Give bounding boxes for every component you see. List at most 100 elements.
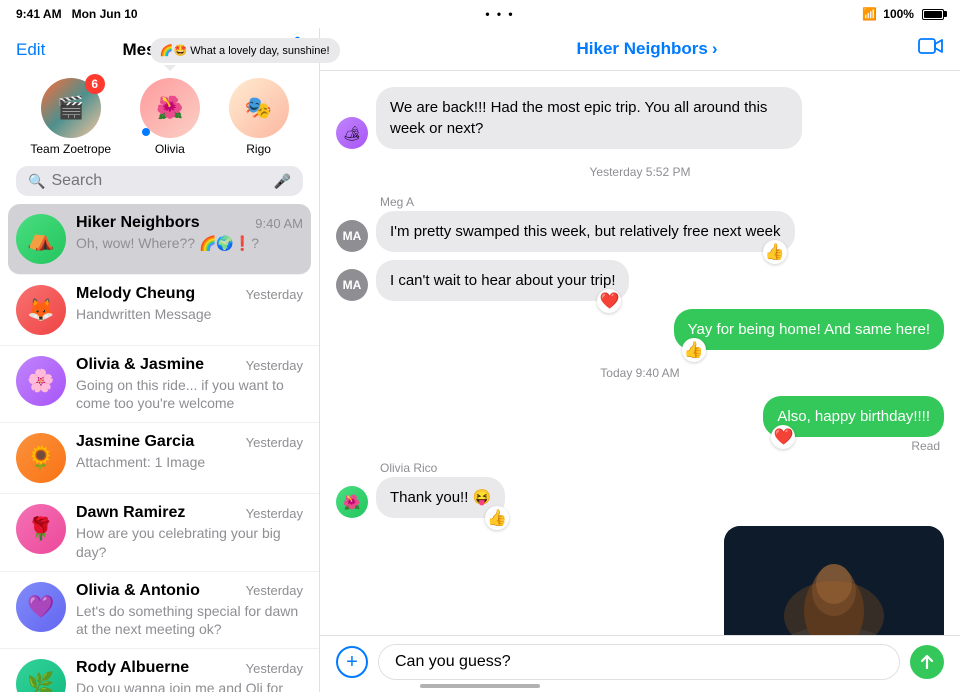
conv-name-dawn: Dawn Ramirez	[76, 504, 185, 522]
reaction-5: ❤️	[771, 425, 795, 449]
bubble-wrap-1: We are back!!! Had the most epic trip. Y…	[376, 87, 802, 149]
battery-icon	[922, 9, 944, 20]
conv-name-olivia-a: Olivia & Antonio	[76, 582, 200, 600]
conv-header-dawn: Dawn Ramirez Yesterday	[76, 504, 303, 522]
conv-avatar-jasmine: 🌻	[16, 433, 66, 483]
video-icon	[918, 36, 944, 56]
conv-dawn-ramirez[interactable]: 🌹 Dawn Ramirez Yesterday How are you cel…	[0, 494, 319, 571]
send-button[interactable]	[910, 645, 944, 679]
conv-preview-olivia-a: Let's do something special for dawn at t…	[76, 602, 303, 638]
rigo-avatar: 🎭	[229, 78, 289, 138]
send-icon	[918, 653, 936, 671]
battery-label: 100%	[883, 7, 914, 21]
edit-button[interactable]: Edit	[16, 40, 45, 60]
conv-time-jasmine: Yesterday	[246, 435, 303, 450]
message-2: MA Meg A I'm pretty swamped this week, b…	[336, 195, 944, 252]
conv-preview-olivia-j: Going on this ride... if you want to com…	[76, 376, 303, 412]
message-5: Also, happy birthday!!!! ❤️ Read	[336, 396, 944, 453]
pinned-rigo[interactable]: 🎭 Rigo	[229, 78, 289, 156]
conv-header-melody: Melody Cheung Yesterday	[76, 285, 303, 303]
pinned-team-zoetrope[interactable]: 🎬 6 Team Zoetrope	[30, 78, 111, 156]
conv-time-dawn: Yesterday	[246, 506, 303, 521]
conv-time-hiker: 9:40 AM	[255, 216, 303, 231]
bubble-wrap-3: I can't wait to hear about your trip! ❤️	[376, 260, 629, 301]
video-call-button[interactable]	[918, 36, 944, 62]
bubble-3: I can't wait to hear about your trip!	[376, 260, 629, 301]
reaction-2: 👍	[763, 240, 787, 264]
conv-hiker-neighbors[interactable]: ⛺ Hiker Neighbors 9:40 AM Oh, wow! Where…	[8, 204, 311, 275]
bubble-1: We are back!!! Had the most epic trip. Y…	[376, 87, 802, 149]
mic-icon[interactable]: 🎤	[274, 173, 291, 190]
conv-avatar-olivia-a: 💜	[16, 582, 66, 632]
olivia-avatar-wrapper: 🌈🤩 What a lovely day, sunshine! 🌺	[140, 78, 200, 138]
timestamp-2: Today 9:40 AM	[336, 366, 944, 380]
conv-melody-cheung[interactable]: 🦊 Melody Cheung Yesterday Handwritten Me…	[0, 275, 319, 346]
conv-time-olivia-a: Yesterday	[246, 583, 303, 598]
conv-time-olivia-j: Yesterday	[246, 358, 303, 373]
time-label: 9:41 AM	[16, 7, 62, 21]
conv-rody-albuerne[interactable]: 🌿 Rody Albuerne Yesterday Do you wanna j…	[0, 649, 319, 692]
conv-avatar-melody: 🦊	[16, 285, 66, 335]
conv-body-hiker: Hiker Neighbors 9:40 AM Oh, wow! Where??…	[76, 214, 303, 252]
conv-preview-dawn: How are you celebrating your big day?	[76, 524, 303, 560]
conv-avatar-dawn: 🌹	[16, 504, 66, 554]
right-panel: Hiker Neighbors › 🏕 We are back!!! Had t…	[320, 28, 960, 692]
search-icon: 🔍	[28, 173, 45, 190]
conv-olivia-antonio[interactable]: 💜 Olivia & Antonio Yesterday Let's do so…	[0, 572, 319, 649]
conv-name-melody: Melody Cheung	[76, 285, 195, 303]
olivia-name: Olivia	[155, 142, 185, 156]
conv-header-rody: Rody Albuerne Yesterday	[76, 659, 303, 677]
search-input[interactable]	[51, 172, 267, 190]
conv-preview-melody: Handwritten Message	[76, 305, 303, 323]
chat-header: Hiker Neighbors ›	[320, 28, 960, 71]
conv-name-hiker: Hiker Neighbors	[76, 214, 200, 232]
bubble-wrap-5: Also, happy birthday!!!! ❤️ Read	[763, 396, 944, 453]
message-1: 🏕 We are back!!! Had the most epic trip.…	[336, 87, 944, 149]
message-6: 🌺 Olivia Rico Thank you!! 😝 👍	[336, 461, 944, 518]
conv-time-rody: Yesterday	[246, 661, 303, 676]
wifi-icon: 📶	[862, 7, 877, 21]
chevron-right-icon: ›	[712, 39, 718, 59]
olivia-unread-dot	[142, 128, 150, 136]
pinned-contacts: 🎬 6 Team Zoetrope 🌈🤩 What a lovely day, …	[0, 68, 319, 166]
read-label-5: Read	[911, 439, 944, 453]
timestamp-1: Yesterday 5:52 PM	[336, 165, 944, 179]
reaction-6: 👍	[485, 506, 509, 530]
chat-title-button[interactable]: Hiker Neighbors ›	[577, 39, 718, 59]
search-bar[interactable]: 🔍 🎤	[16, 166, 303, 196]
msg-avatar-2: MA	[336, 220, 368, 252]
message-7	[336, 526, 944, 635]
conv-avatar-rody: 🌿	[16, 659, 66, 692]
app-container: Edit Messages 🎬 6 Team Zoetrope 🌈🤩	[0, 28, 960, 692]
reaction-4: 👍	[682, 338, 706, 362]
input-area: +	[320, 635, 960, 692]
status-bar: 9:41 AM Mon Jun 10 • • • 📶 100%	[0, 0, 960, 28]
msg-avatar-1: 🏕	[336, 117, 368, 149]
conv-avatar-hiker: ⛺	[16, 214, 66, 264]
conv-body-olivia-j: Olivia & Jasmine Yesterday Going on this…	[76, 356, 303, 412]
conv-body-melody: Melody Cheung Yesterday Handwritten Mess…	[76, 285, 303, 323]
conv-header-olivia-j: Olivia & Jasmine Yesterday	[76, 356, 303, 374]
team-name: Team Zoetrope	[30, 142, 111, 156]
conv-body-dawn: Dawn Ramirez Yesterday How are you celeb…	[76, 504, 303, 560]
add-button[interactable]: +	[336, 646, 368, 678]
conv-jasmine-garcia[interactable]: 🌻 Jasmine Garcia Yesterday Attachment: 1…	[0, 423, 319, 494]
message-3: MA I can't wait to hear about your trip!…	[336, 260, 944, 301]
conv-name-olivia-j: Olivia & Jasmine	[76, 356, 204, 374]
conv-header-hiker: Hiker Neighbors 9:40 AM	[76, 214, 303, 232]
home-indicator	[420, 684, 540, 688]
message-input[interactable]	[378, 644, 900, 680]
message-4: Yay for being home! And same here! 👍	[336, 309, 944, 350]
bubble-wrap-7	[724, 526, 944, 635]
rigo-avatar-wrapper: 🎭	[229, 78, 289, 138]
conv-header-olivia-a: Olivia & Antonio Yesterday	[76, 582, 303, 600]
msg-avatar-3: MA	[336, 269, 368, 301]
olivia-bubble: 🌈🤩 What a lovely day, sunshine!	[150, 38, 340, 63]
bubble-4: Yay for being home! And same here!	[674, 309, 944, 350]
photo-svg	[724, 526, 944, 635]
bubble-2: I'm pretty swamped this week, but relati…	[376, 211, 795, 252]
pinned-olivia[interactable]: 🌈🤩 What a lovely day, sunshine! 🌺 Olivia	[140, 78, 200, 156]
status-dots: • • •	[485, 7, 514, 21]
conv-olivia-jasmine[interactable]: 🌸 Olivia & Jasmine Yesterday Going on th…	[0, 346, 319, 423]
conv-preview-rody: Do you wanna join me and Oli for 🍳🥐 brea…	[76, 679, 303, 692]
